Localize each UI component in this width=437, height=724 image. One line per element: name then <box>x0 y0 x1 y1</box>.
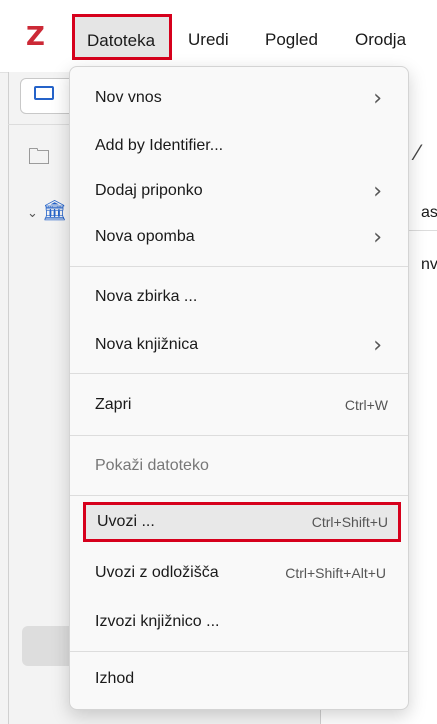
chevron-right-icon: › <box>373 178 382 204</box>
menu-item-label: Zapri <box>95 396 132 413</box>
menu-item-new-library[interactable]: Nova knjižnica › <box>78 325 400 365</box>
menu-item-add-by-identifier[interactable]: Add by Identifier... <box>78 126 400 166</box>
menu-separator <box>70 435 408 436</box>
menu-item-import-from-clipboard[interactable]: Uvozi z odložišča Ctrl+Shift+Alt+U <box>78 553 400 593</box>
magic-wand-icon[interactable]: ⁄ <box>416 140 420 166</box>
menu-item-add-attachment[interactable]: Dodaj priponko › <box>78 171 400 211</box>
menu-item-new-collection[interactable]: Nova zbirka ... <box>78 277 400 317</box>
menu-item-label: Nova zbirka ... <box>95 288 198 305</box>
menu-item-show-file: Pokaži datoteko <box>78 446 400 486</box>
shortcut-label: Ctrl+W <box>344 397 388 413</box>
menu-item-label: Nov vnos <box>95 89 162 106</box>
menu-pogled[interactable]: Pogled <box>265 30 318 50</box>
menu-separator <box>70 651 408 652</box>
library-icon: 🏛 <box>42 200 68 222</box>
menu-item-export-library[interactable]: Izvozi knjižnico ... <box>78 602 400 642</box>
menu-item-label: Dodaj priponko <box>95 182 203 199</box>
new-collection-icon[interactable]: 🗀 <box>28 140 50 178</box>
menubar: Z Datoteka Uredi Pogled Orodja <box>0 0 437 73</box>
chevron-right-icon: › <box>373 332 382 358</box>
menu-item-label: Uvozi z odložišča <box>95 564 219 581</box>
menu-item-label: Uvozi ... <box>97 513 155 530</box>
menu-item-label: Pokaži datoteko <box>95 457 209 474</box>
menu-item-import[interactable]: Uvozi ... Ctrl+Shift+U <box>83 502 401 542</box>
chevron-down-icon[interactable]: ⌄ <box>27 205 38 221</box>
shortcut-label: Ctrl+Shift+Alt+U <box>285 565 386 581</box>
menu-orodja[interactable]: Orodja <box>355 30 406 50</box>
column-header-title[interactable]: aslo <box>421 204 437 222</box>
menu-item-label: Nova knjižnica <box>95 336 199 353</box>
menu-item-new-note[interactable]: Nova opomba › <box>78 217 400 257</box>
chevron-right-icon: › <box>373 224 382 250</box>
folder-icon <box>34 86 54 100</box>
menu-item-close[interactable]: Zapri Ctrl+W <box>78 385 400 425</box>
menu-item-new-item[interactable]: Nov vnos › <box>78 78 400 118</box>
file-menu-dropdown: Nov vnos › Add by Identifier... Dodaj pr… <box>69 66 409 710</box>
menu-item-label: Add by Identifier... <box>95 137 224 154</box>
menu-datoteka[interactable]: Datoteka <box>72 14 172 60</box>
menu-item-label: Izvozi knjižnico ... <box>95 613 220 630</box>
menu-item-label: Nova opomba <box>95 228 195 245</box>
menu-item-label: Izhod <box>95 670 135 687</box>
menu-uredi[interactable]: Uredi <box>188 30 229 50</box>
zotero-logo-icon[interactable]: Z <box>26 22 45 52</box>
menu-separator <box>70 266 408 267</box>
chevron-right-icon: › <box>373 85 382 111</box>
menu-separator <box>70 373 408 374</box>
shortcut-label: Ctrl+Shift+U <box>311 514 388 530</box>
menu-separator <box>70 495 408 496</box>
menu-item-exit[interactable]: Izhod <box>78 659 400 699</box>
item-row-text[interactable]: nve <box>421 256 437 274</box>
